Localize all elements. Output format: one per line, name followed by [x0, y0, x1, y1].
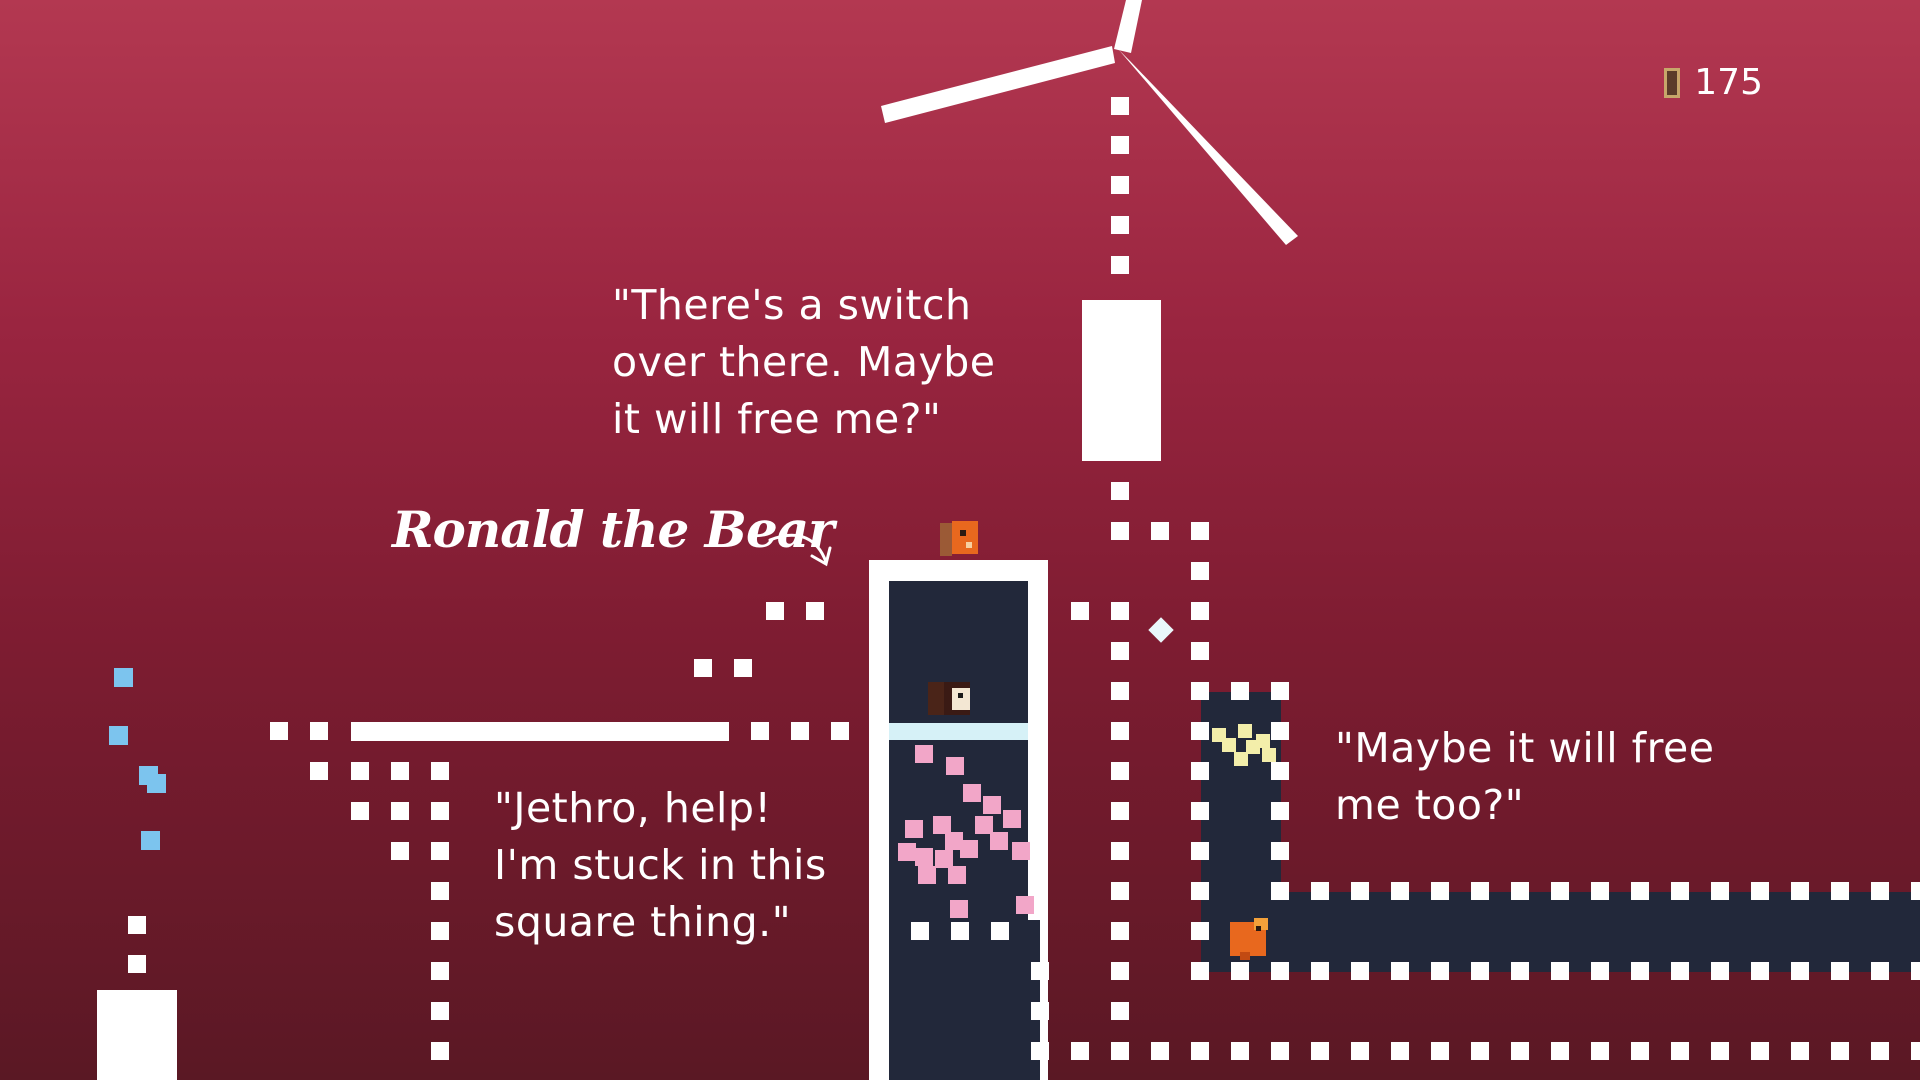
dialogue-free-too: "Maybe it will free me too?"	[1335, 724, 1715, 829]
windmill-blade-left	[881, 46, 1115, 123]
windmill-blade-top	[1114, 0, 1142, 53]
stair-dots	[694, 602, 824, 677]
windmill	[881, 0, 1298, 245]
dialogue-stuck: "Jethro, help! I'm stuck in this square …	[494, 784, 827, 946]
windmill-blade-right	[1119, 50, 1298, 245]
counter-value: 175	[1694, 62, 1763, 103]
ronald-the-bear[interactable]	[940, 521, 978, 556]
switch-diamond-icon[interactable]	[1148, 617, 1174, 643]
hud-counter: 175	[1664, 62, 1763, 103]
left-block	[97, 916, 177, 1080]
switch-path-dots	[1071, 482, 1209, 1020]
windmill-pole-dots	[1111, 97, 1129, 274]
character-name-label: Ronald the Bear	[392, 500, 834, 559]
orange-creature[interactable]	[1230, 918, 1268, 960]
cage-floor-dots	[911, 922, 1009, 940]
cage	[869, 560, 1048, 1080]
blue-squares	[109, 668, 166, 850]
dialogue-switch: "There's a switch over there. Maybe it w…	[612, 281, 996, 443]
cage-light-bar	[889, 723, 1028, 740]
long-ledge-bar	[351, 722, 729, 741]
jethro[interactable]	[928, 682, 970, 715]
switch-block[interactable]	[1082, 300, 1161, 461]
door-token-icon	[1664, 67, 1681, 98]
game-scene	[97, 0, 1920, 1080]
